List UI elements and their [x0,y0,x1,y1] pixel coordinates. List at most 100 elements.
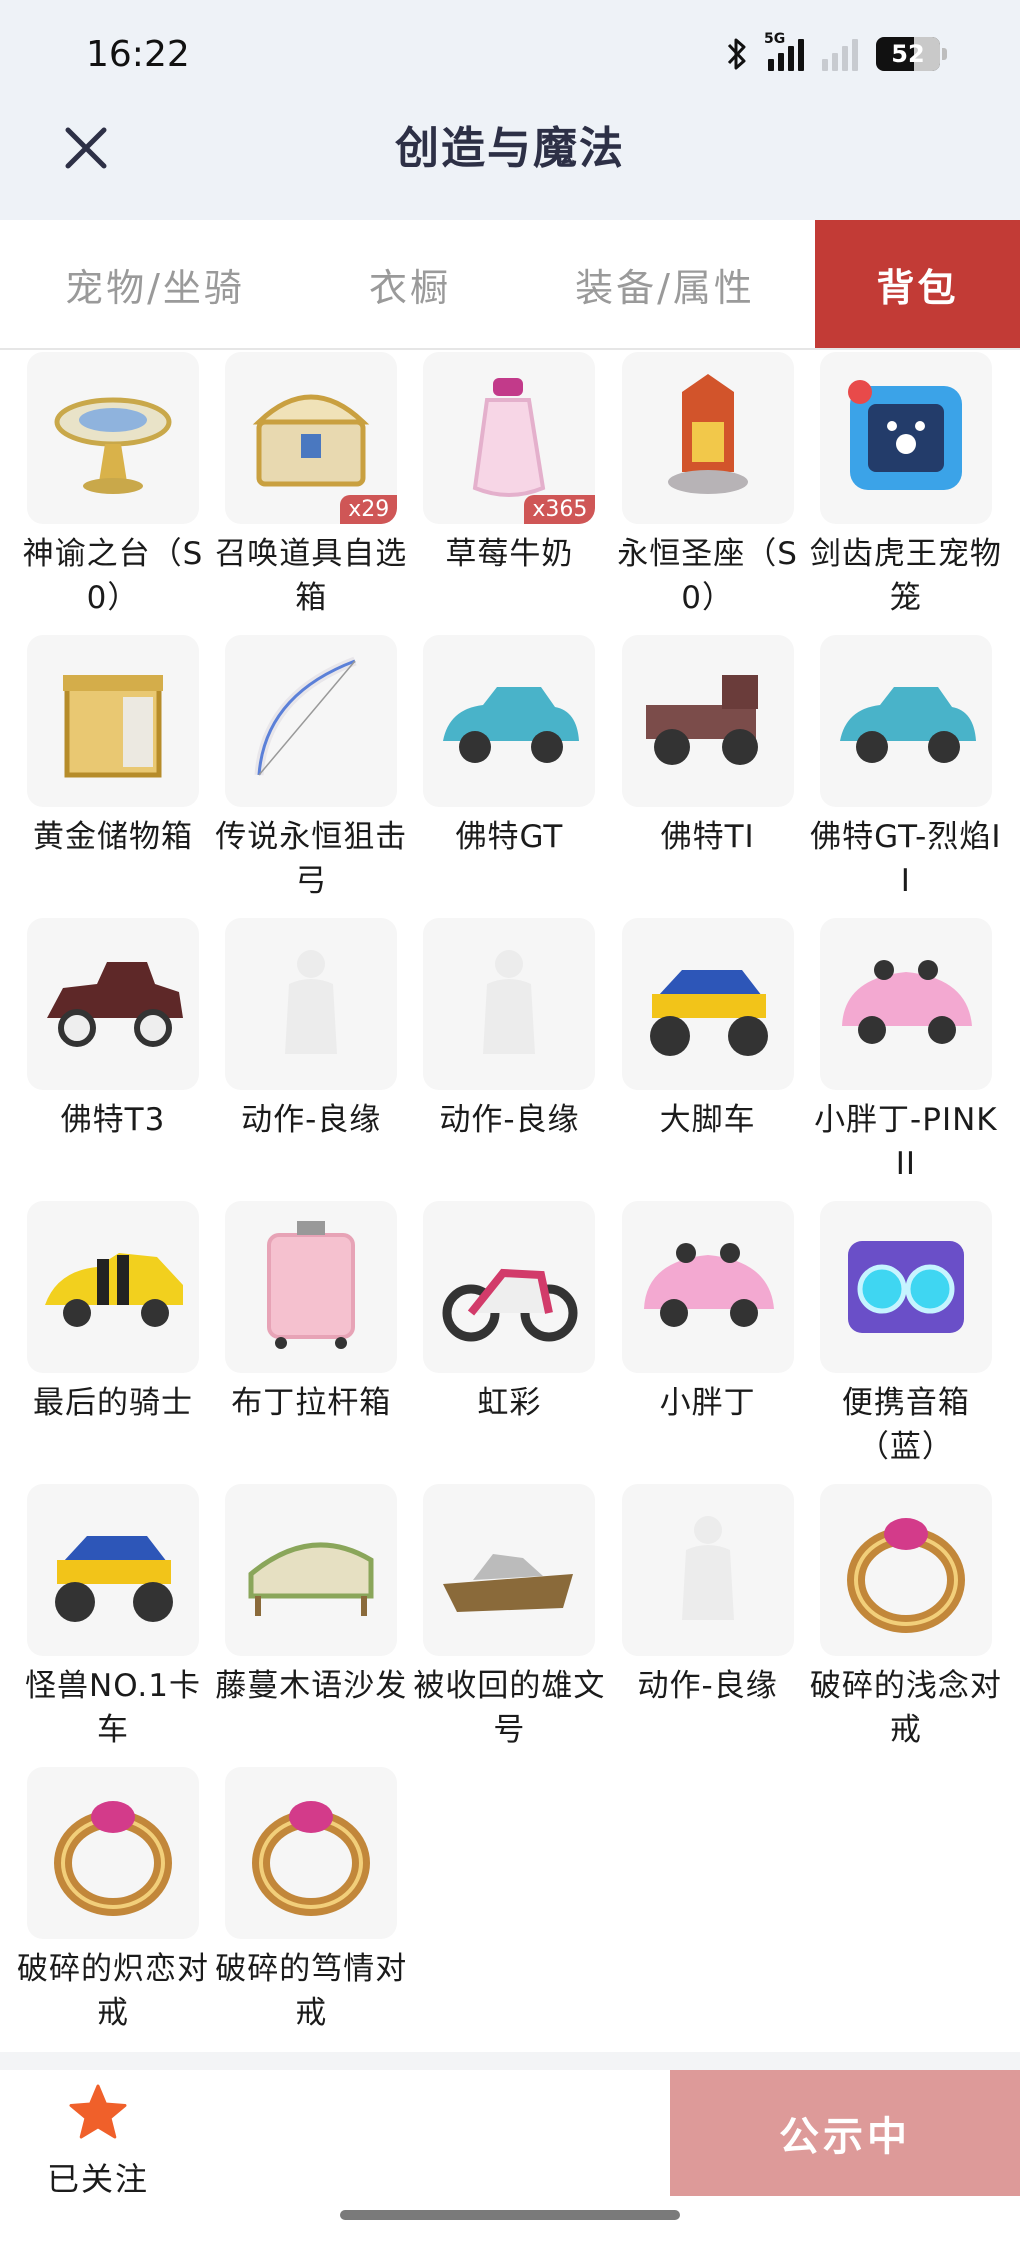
backpack-item[interactable]: 被收回的雄文号 [413,1484,604,1752]
item-name: 布丁拉杆箱 [231,1385,392,1421]
backpack-item[interactable]: 最后的骑士 [27,1201,199,1425]
signal-icon [822,37,858,71]
backpack-item[interactable]: x365 草莓牛奶 [423,352,596,576]
item-thumbnail: x29 [225,352,398,524]
item-thumbnail [819,1201,992,1373]
tab-equipment-attributes[interactable]: 装备/属性 [540,220,790,348]
monster-truck-icon [649,970,768,1056]
signal-5g-icon: 5G [764,31,804,71]
item-thumbnail [27,1201,199,1373]
item-thumbnail: x365 [423,352,596,524]
item-name: 动作-良缘 [241,1102,382,1138]
bow-icon [254,656,357,776]
item-thumbnail [225,1201,398,1373]
backpack-item[interactable]: x29 召唤道具自选箱 [215,352,406,620]
beetle-car-icon [841,960,972,1044]
backpack-item[interactable]: 布丁拉杆箱 [225,1201,398,1425]
backpack-item[interactable]: 佛特TI [621,635,794,859]
item-thumbnail [621,352,794,524]
item-name: 佛特TI [660,819,755,855]
backpack-item[interactable]: 怪兽NO.1卡车 [25,1484,200,1752]
item-thumbnail [423,1484,596,1656]
tab-wardrobe[interactable]: 衣橱 [300,220,520,348]
emote-placeholder-icon [285,950,338,1054]
item-thumbnail [621,1484,794,1656]
backpack-item[interactable]: 破碎的炽恋对戒 [17,1767,208,2035]
item-name: 黄金储物箱 [33,819,193,855]
follow-button[interactable]: 已关注 [38,2082,158,2200]
public-announcement-button[interactable]: 公示中 [670,2070,1020,2196]
backpack-item[interactable]: 神谕之台（S0） [23,352,202,620]
item-name: 动作-良缘 [637,1668,778,1704]
item-name: 小胖丁 [659,1385,756,1421]
item-name: 便携音箱（蓝） [841,1385,970,1465]
emote-placeholder-icon [681,1516,734,1620]
backpack-item[interactable]: 剑齿虎王宠物笼 [810,352,1001,620]
item-thumbnail [423,1201,596,1373]
car-icon [443,687,580,763]
backpack-item[interactable]: 小胖丁-PINK II [814,918,997,1186]
battery-icon: 52 [876,37,947,71]
home-indicator[interactable] [340,2210,680,2220]
backpack-item[interactable]: 黄金储物箱 [27,635,199,859]
backpack-item[interactable]: 佛特GT-烈焰II [810,635,1001,903]
tab-pets-mounts[interactable]: 宠物/坐骑 [30,220,280,348]
backpack-item[interactable]: 动作-良缘 [423,918,596,1142]
backpack-item[interactable]: 虹彩 [423,1201,596,1425]
item-name: 被收回的雄文号 [413,1668,606,1748]
backpack-item[interactable]: 动作-良缘 [225,918,398,1142]
item-thumbnail [819,635,992,807]
backpack-item[interactable]: 破碎的浅念对戒 [810,1484,1001,1752]
backpack-item[interactable]: 便携音箱（蓝） [819,1201,992,1469]
backpack-item[interactable]: 佛特GT [423,635,596,859]
item-name: 草莓牛奶 [445,536,574,572]
backpack-item[interactable]: 传说永恒狙击弓 [215,635,406,903]
item-thumbnail [225,1767,398,1939]
item-thumbnail [27,352,199,524]
ring-icon [54,1801,172,1916]
item-thumbnail [27,918,199,1090]
status-icons: 5G 52 [724,31,947,76]
item-name: 佛特T3 [60,1102,166,1138]
truck-icon [645,675,758,765]
item-thumbnail [423,918,596,1090]
item-thumbnail [621,1201,794,1373]
page-title: 创造与魔法 [395,123,625,174]
backpack-item[interactable]: 佛特T3 [27,918,199,1142]
item-name: 剑齿虎王宠物笼 [809,536,1002,616]
item-name: 佛特GT-烈焰II [810,819,1002,899]
follow-label: 已关注 [46,2160,149,2198]
item-thumbnail [423,635,596,807]
item-name: 虹彩 [477,1385,542,1421]
bluetooth-icon [727,38,746,70]
tab-backpack[interactable]: 背包 [815,220,1020,348]
pet-cage-icon [847,380,962,490]
vintage-car-icon [47,962,183,1047]
motorcycle-icon [442,1268,578,1342]
oracle-platform-icon [54,397,172,494]
backpack-item[interactable]: 大脚车 [621,918,794,1142]
item-thumbnail [621,635,794,807]
divider [0,2052,1020,2070]
battery-level: 52 [891,40,925,68]
backpack-item[interactable]: 小胖丁 [621,1201,794,1425]
item-name: 大脚车 [659,1102,756,1138]
item-name: 破碎的浅念对戒 [809,1668,1002,1748]
item-thumbnail [621,918,794,1090]
throne-icon [667,374,748,494]
ring-icon [252,1801,371,1916]
suitcase-icon [267,1221,356,1349]
beetle-car-icon [643,1243,774,1327]
backpack-item[interactable]: 破碎的笃情对戒 [215,1767,406,2035]
backpack-item[interactable]: 动作-良缘 [621,1484,794,1708]
item-thumbnail [27,1767,199,1939]
item-name: 召唤道具自选箱 [215,536,408,616]
item-thumbnail [819,352,992,524]
sports-car-icon [45,1253,183,1327]
item-name: 小胖丁-PINK II [814,1102,998,1182]
quantity-badge: x29 [340,495,398,524]
backpack-item[interactable]: 藤蔓木语沙发 [215,1484,406,1708]
item-thumbnail [819,1484,992,1656]
ship-icon [443,1554,574,1612]
backpack-item[interactable]: 永恒圣座（S0） [617,352,797,620]
